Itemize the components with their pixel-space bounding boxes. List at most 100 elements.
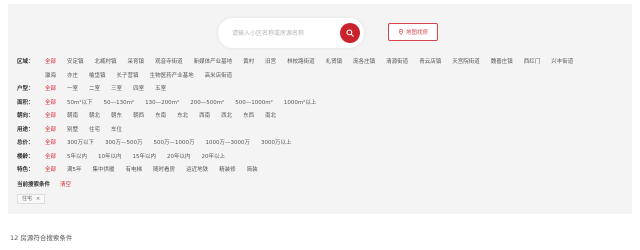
filter-option[interactable]: 朝东 (111, 110, 122, 124)
filter-label: 用途： (17, 126, 34, 133)
filter-option[interactable]: 长子营镇 (117, 70, 139, 84)
filter-option[interactable]: 500万—1000万 (154, 137, 195, 151)
filter-option[interactable]: 二室 (89, 83, 100, 97)
map-search-label: 地图找房 (405, 30, 428, 36)
close-icon[interactable]: × (36, 196, 40, 202)
filter-option[interactable]: 南北 (265, 110, 276, 124)
filter-option[interactable]: 朝北 (89, 110, 100, 124)
filter-option[interactable]: 全部 (45, 151, 56, 165)
filter-option[interactable]: 高米店街道 (205, 70, 233, 84)
filter-option[interactable]: 全部 (45, 83, 56, 97)
filter-label: 总价： (17, 140, 34, 146)
filter-option[interactable]: 200—500m² (190, 97, 224, 111)
filter-row: 区域： 全部 安定镇 北臧村镇 采育镇 观音寺街道 新媒体产业基地 黄村 旧宫 林校路街道 礼贤镇庞… (17, 56, 627, 83)
filter-option[interactable]: 四室 (133, 83, 144, 97)
filter-option[interactable]: 300万以下 (67, 137, 94, 151)
filter-option[interactable]: 魏善庄镇 (491, 56, 513, 70)
filter-row: 楼龄： 全部 5年以内 10年以内 15年以内 20年以内 20年以上 (17, 151, 627, 165)
filter-option[interactable]: 车位 (111, 124, 122, 138)
filter-list: 区域： 全部 安定镇 北臧村镇 采育镇 观音寺街道 新媒体产业基地 黄村 旧宫 林校路街道 礼贤镇庞… (17, 56, 627, 204)
filter-option[interactable]: 20年以上 (202, 151, 226, 165)
search-bar (218, 18, 364, 48)
filter-option[interactable]: 1000万—3000万 (206, 137, 251, 151)
filter-options: 全部 满5年 集中供暖 有电梯 随时看房 运近地铁 精装修 简装 (45, 164, 605, 178)
filter-option[interactable]: 住宅 (89, 124, 100, 138)
filter-option[interactable]: 青云店镇 (419, 56, 441, 70)
filter-option[interactable]: 三室 (111, 83, 122, 97)
search-icon (346, 29, 354, 37)
filter-option[interactable]: 全部 (45, 164, 56, 178)
filter-row: 总价： 全部 300万以下 300万—500万 500万—1000万 1000万—3000… (17, 137, 627, 151)
filter-options: 全部 别墅 住宅 车位 (45, 124, 605, 138)
filter-option[interactable]: 五室 (155, 83, 166, 97)
filter-option[interactable]: 东南 (155, 110, 166, 124)
filter-option[interactable]: 精装修 (219, 164, 236, 178)
filter-option[interactable]: 全部 (45, 137, 56, 151)
filter-option[interactable]: 庞各庄镇 (353, 56, 375, 70)
filter-row: 户型： 全部 一室 二室 三室 四室 五室 (17, 83, 627, 97)
filter-option[interactable]: 20年以内 (167, 151, 191, 165)
filter-option[interactable]: 全部 (45, 110, 56, 124)
filter-option[interactable]: 集中供暖 (93, 164, 115, 178)
filter-option[interactable]: 西北 (221, 110, 232, 124)
search-button[interactable] (340, 23, 360, 43)
filter-option[interactable]: 兴丰街道 (551, 56, 573, 70)
filter-option[interactable]: 1000m²以上 (284, 97, 317, 111)
filter-option[interactable]: 观音寺街道 (155, 56, 183, 70)
filter-option[interactable]: 北臧村镇 (95, 56, 117, 70)
filter-row: 特色： 全部 满5年 集中供暖 有电梯 随时看房 运近地铁 精装修 简装 (17, 164, 627, 178)
filter-option[interactable]: 黄村 (243, 56, 254, 70)
filter-option[interactable]: 亦庄 (67, 70, 78, 84)
filter-option[interactable]: 东西 (243, 110, 254, 124)
filter-option[interactable]: 采育镇 (128, 56, 145, 70)
filter-option[interactable]: 礼贤镇 (326, 56, 343, 70)
filter-option[interactable]: 全部 (45, 97, 56, 111)
map-pin-icon (398, 29, 404, 35)
filter-option[interactable]: 15年以内 (133, 151, 157, 165)
filter-option[interactable]: 西南 (199, 110, 210, 124)
search-input[interactable] (232, 18, 342, 48)
filter-option[interactable]: 全部 (45, 124, 56, 138)
filter-option[interactable]: 10年以内 (98, 151, 122, 165)
condition-tag[interactable]: 住宅 × (17, 193, 46, 204)
filter-option[interactable]: 130—200m² (145, 97, 179, 111)
filter-option[interactable]: 500—1000m² (235, 97, 273, 111)
filter-options: 全部 安定镇 北臧村镇 采育镇 观音寺街道 新媒体产业基地 黄村 旧宫 林校路街道 礼贤镇 庞各庄镇… (45, 56, 605, 83)
filter-option[interactable]: 50m²以下 (67, 97, 93, 111)
filter-option[interactable]: 新媒体产业基地 (194, 56, 233, 70)
clear-conditions-link[interactable]: 清空 (60, 180, 71, 188)
filter-option[interactable]: 一室 (67, 83, 78, 97)
filter-option[interactable]: 朝南 (67, 110, 78, 124)
filter-option[interactable]: 朝西 (133, 110, 144, 124)
filter-option[interactable]: 东北 (177, 110, 188, 124)
filter-option[interactable]: 3000万以上 (261, 137, 292, 151)
filter-options: 全部 朝南 朝北 朝东 朝西 东南 东北 西南 西北 东西 南北 (45, 110, 605, 124)
filter-option[interactable]: 西红门 (524, 56, 541, 70)
filter-option[interactable]: 随时看房 (153, 164, 175, 178)
filter-option[interactable]: 有电梯 (126, 164, 143, 178)
filter-option[interactable]: 天宫院街道 (452, 56, 480, 70)
filter-label: 户型： (17, 86, 34, 92)
filter-option[interactable]: 别墅 (67, 124, 78, 138)
filter-option[interactable]: 300万—500万 (105, 137, 143, 151)
current-conditions: 当前搜索条件 清空 (17, 178, 627, 191)
filter-option[interactable]: 全部 (45, 56, 56, 70)
filter-option[interactable]: 满5年 (67, 164, 82, 178)
filter-option[interactable]: 清源街道 (386, 56, 408, 70)
filter-option[interactable]: 简装 (247, 164, 258, 178)
filter-option[interactable]: 50—130m² (104, 97, 135, 111)
filter-option[interactable]: 瀛海 (45, 70, 56, 84)
current-conditions-label: 当前搜索条件 (17, 182, 51, 188)
filter-label: 特色： (17, 167, 34, 173)
filter-option[interactable]: 生物医药产业基地 (150, 70, 194, 84)
filter-option[interactable]: 5年以内 (67, 151, 87, 165)
filter-label: 朝向： (17, 113, 34, 119)
filter-option[interactable]: 林校路街道 (287, 56, 315, 70)
condition-tags: 住宅 × (17, 191, 627, 204)
filter-option[interactable]: 榆垡镇 (89, 70, 106, 84)
filter-option[interactable]: 运近地铁 (186, 164, 208, 178)
filter-options: 全部 300万以下 300万—500万 500万—1000万 1000万—3000万 30… (45, 137, 605, 151)
filter-option[interactable]: 安定镇 (67, 56, 84, 70)
map-search-button[interactable]: 地图找房 (388, 23, 438, 41)
filter-option[interactable]: 旧宫 (265, 56, 276, 70)
